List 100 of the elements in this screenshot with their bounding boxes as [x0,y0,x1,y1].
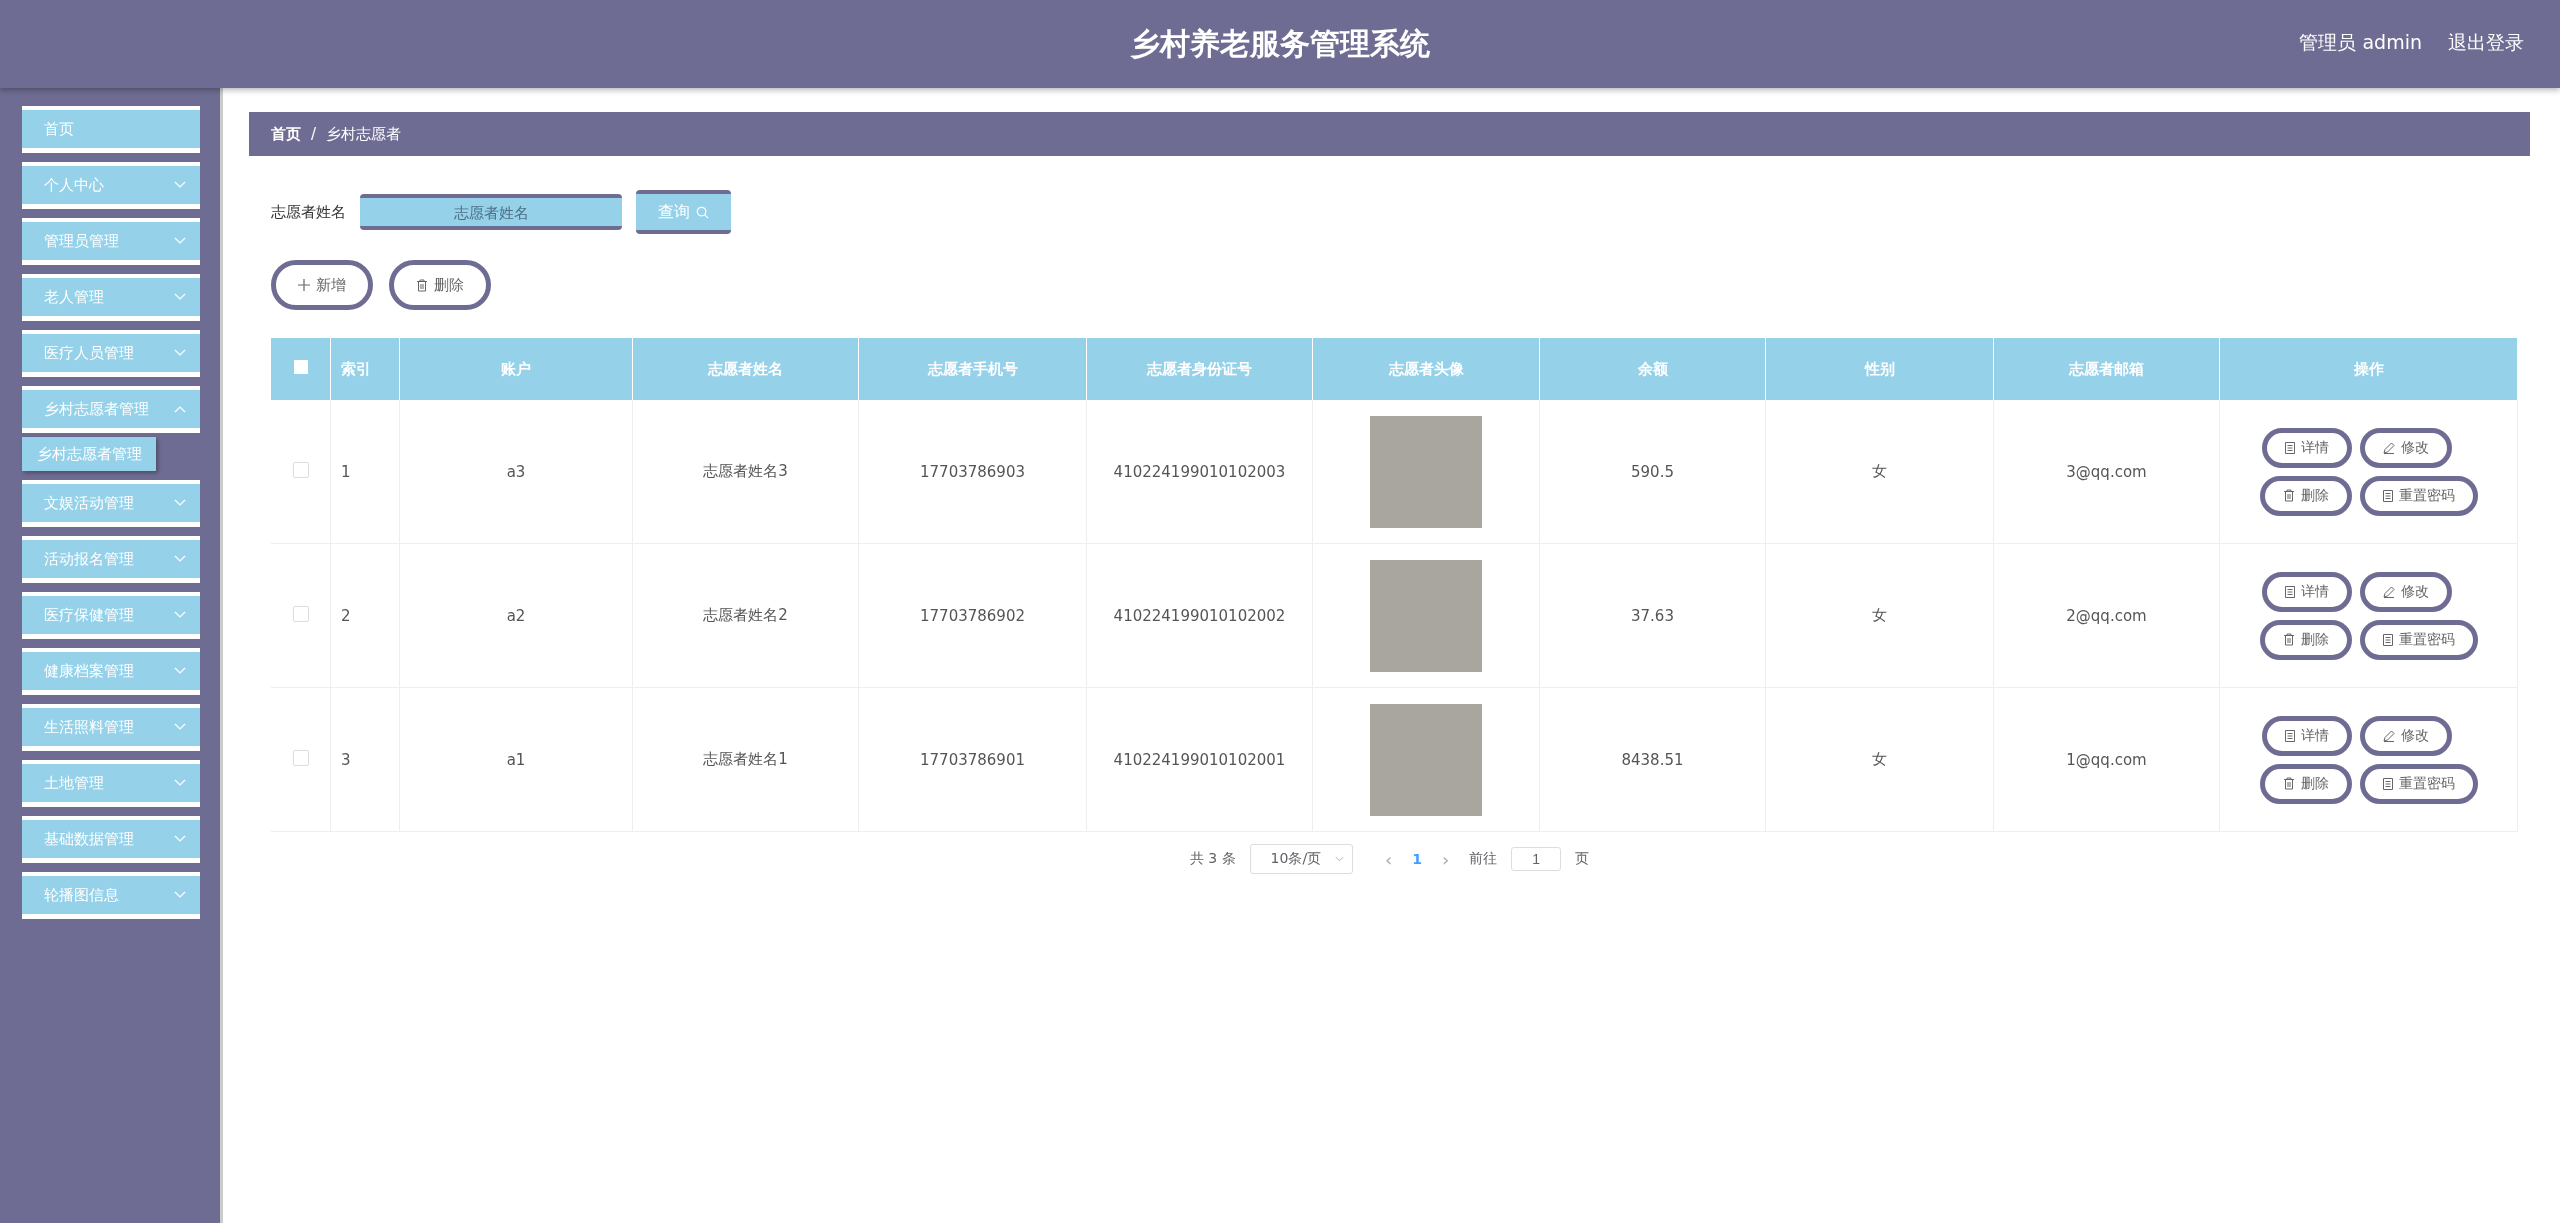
plus-icon [298,279,310,291]
row-checkbox[interactable] [292,605,309,622]
delete-button[interactable]: 删除 [2259,475,2352,516]
pencil-icon [2382,729,2395,742]
column-header: 账户 [501,359,531,378]
table-cell: 17703786901 [920,750,1025,769]
sidebar-item[interactable]: 首页 [22,106,200,153]
column-header: 志愿者身份证号 [1147,359,1252,378]
table-cell: a1 [506,750,526,769]
column-header: 操作 [2353,359,2384,378]
table-cell: 17703786902 [920,606,1025,625]
chevron-icon [174,891,186,899]
breadcrumb-item: / [311,125,317,143]
pencil-icon [2382,441,2395,454]
sidebar-item[interactable]: 老人管理 [22,274,200,321]
table-cell: 女 [1872,606,1887,624]
table-cell: 2@qq.com [2066,606,2147,625]
page-number[interactable]: 1 [1412,851,1423,867]
document-icon [2382,777,2393,790]
chevron-icon [174,611,186,619]
detail-button[interactable]: 重置密码 [2359,619,2478,660]
delete-button[interactable]: 删除 [2259,763,2352,804]
search-button[interactable]: 查询 [636,190,731,234]
logout-link[interactable]: 退出登录 [2448,30,2524,56]
chevron-icon [174,835,186,843]
table-cell: 女 [1872,462,1887,480]
sidebar-item[interactable]: 基础数据管理 [22,816,200,863]
search-field[interactable]: 志愿者姓名 [360,194,622,230]
page-input[interactable]: 1 [1511,847,1562,871]
detail-button[interactable]: 详情 [2261,427,2352,468]
table-cell: 410224199010102003 [1113,462,1286,481]
column-header: 志愿者头像 [1388,359,1464,378]
sidebar-item[interactable]: 个人中心 [22,162,200,209]
trash-icon [2282,633,2295,646]
chevron-icon [174,667,186,675]
column-header: 余额 [1637,359,1668,378]
page-size-select[interactable]: 10条/页 [1249,844,1354,874]
edit-button[interactable]: 修改 [2359,715,2452,756]
delete-button[interactable]: 删除 [2259,619,2352,660]
table-cell: 志愿者姓名3 [703,462,788,480]
total-count: 共 3 条 [1189,850,1236,868]
table-cell: 志愿者姓名1 [703,750,788,768]
table-cell: 3 [341,750,351,769]
table-cell: a3 [506,462,526,481]
search-icon [696,205,709,219]
column-header: 志愿者姓名 [708,359,783,378]
sidebar-item[interactable]: 健康档案管理 [22,648,200,695]
delete-button[interactable]: 删除 [389,260,491,310]
chevron-icon [174,349,186,357]
chevron-icon [174,499,186,507]
document-icon [2284,729,2295,742]
search-label: 志愿者姓名 [271,202,346,222]
chevron-icon [174,405,186,413]
add-button[interactable]: 新增 [271,260,373,310]
table-cell: a2 [506,606,526,625]
chevron-icon [174,555,186,563]
sidebar-item[interactable]: 乡村志愿者管理 [22,386,200,433]
chevron-icon [1335,856,1345,862]
row-checkbox[interactable] [292,749,309,766]
sidebar-subitem[interactable]: 乡村志愿者管理 [22,437,156,471]
pencil-icon [2382,585,2395,598]
sidebar-item[interactable]: 活动报名管理 [22,536,200,583]
user-label: 管理员 admin [2299,30,2422,55]
document-icon [2284,585,2295,598]
sidebar-item[interactable]: 医疗保健管理 [22,592,200,639]
sidebar-item[interactable]: 文娱活动管理 [22,480,200,527]
chevron-icon [174,723,186,731]
table-cell: 志愿者姓名2 [703,606,788,624]
trash-icon [2282,777,2295,790]
edit-button[interactable]: 修改 [2359,571,2452,612]
column-header: 性别 [1864,359,1895,378]
next-page-button[interactable]: › [1436,848,1456,870]
sidebar-item[interactable]: 管理员管理 [22,218,200,265]
table-cell: 8438.51 [1621,750,1684,769]
sidebar-item[interactable]: 医疗人员管理 [22,330,200,377]
chevron-icon [174,293,186,301]
sidebar-item[interactable]: 轮播图信息 [22,872,200,919]
detail-button[interactable]: 重置密码 [2359,763,2478,804]
detail-button[interactable]: 详情 [2261,715,2352,756]
breadcrumb-item[interactable]: 首页 [271,124,301,144]
table-cell: 3@qq.com [2066,462,2147,481]
table-cell: 17703786903 [920,462,1025,481]
edit-button[interactable]: 修改 [2359,427,2452,468]
select-all-checkbox[interactable] [293,360,308,374]
sidebar-item[interactable]: 土地管理 [22,760,200,807]
breadcrumb-item: 乡村志愿者 [326,124,402,144]
row-checkbox[interactable] [292,461,309,478]
table-cell: 410224199010102001 [1113,750,1286,769]
goto-label: 前往 [1469,850,1498,868]
sidebar-item[interactable]: 生活照料管理 [22,704,200,751]
table-cell: 37.63 [1631,606,1674,625]
table-cell: 590.5 [1631,462,1674,481]
prev-page-button[interactable]: ‹ [1379,848,1399,870]
chevron-icon [174,237,186,245]
detail-button[interactable]: 重置密码 [2359,475,2478,516]
detail-button[interactable]: 详情 [2261,571,2352,612]
document-icon [2382,633,2393,646]
table-cell: 2 [341,606,351,625]
app-title: 乡村养老服务管理系统 [1130,24,1430,63]
page-unit-label: 页 [1575,850,1590,868]
